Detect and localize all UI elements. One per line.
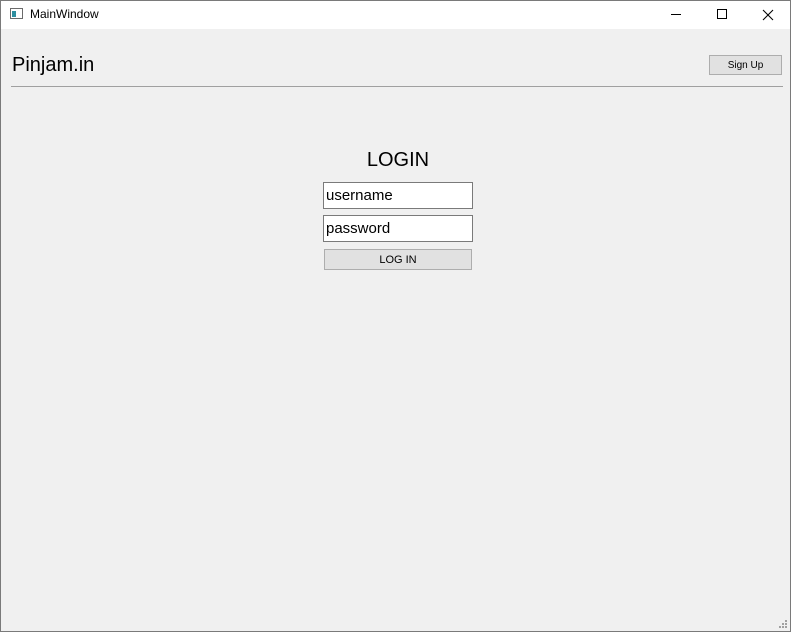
login-title: LOGIN <box>366 149 430 171</box>
log-in-button[interactable]: LOG IN <box>324 249 472 270</box>
main-window: MainWindow Pinjam.in Sign Up LOGIN LOG I… <box>0 0 791 632</box>
minimize-icon[interactable] <box>653 1 699 29</box>
header-divider <box>11 86 783 87</box>
password-input[interactable] <box>323 215 473 242</box>
close-icon[interactable] <box>745 1 791 29</box>
window-title: MainWindow <box>30 7 99 21</box>
username-input[interactable] <box>323 182 473 209</box>
title-bar[interactable]: MainWindow <box>1 1 790 29</box>
sign-up-button[interactable]: Sign Up <box>709 55 782 75</box>
app-window-icon <box>10 8 23 19</box>
brand-title: Pinjam.in <box>12 54 95 76</box>
maximize-icon[interactable] <box>699 1 745 29</box>
resize-grip-icon[interactable] <box>779 620 787 628</box>
